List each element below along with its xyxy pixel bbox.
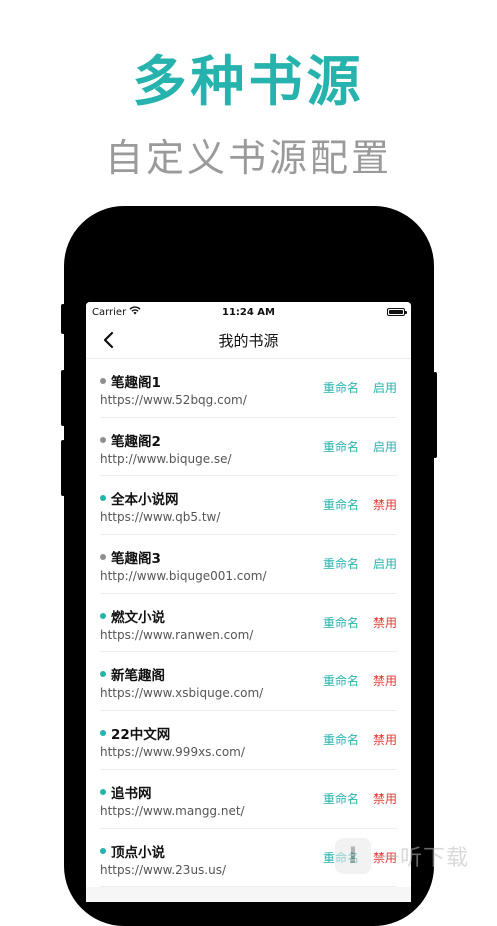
- phone-silent-switch: [61, 304, 65, 334]
- source-actions: 重命名禁用: [323, 496, 397, 513]
- source-name-line: 22中文网: [100, 723, 170, 743]
- source-url: https://www.23us.us/: [100, 862, 227, 877]
- disable-button[interactable]: 禁用: [373, 731, 397, 748]
- status-dot-icon: [100, 788, 106, 795]
- status-dot-icon: [100, 378, 106, 384]
- promo-headline: 多种书源: [132, 50, 365, 113]
- enable-button[interactable]: 启用: [373, 438, 397, 455]
- rename-button[interactable]: 重命名: [323, 438, 359, 455]
- source-url: https://www.qb5.tw/: [100, 510, 221, 525]
- watermark-logo-icon: I: [335, 838, 371, 874]
- enable-button[interactable]: 启用: [373, 379, 397, 396]
- source-actions: 重命名 启用: [323, 438, 397, 455]
- source-row[interactable]: 笔趣阁1 https://www.52bqg.com/重命名 启用: [100, 359, 397, 418]
- status-dot-icon: [100, 554, 106, 561]
- navigation-bar: 我的书源: [86, 322, 411, 359]
- source-actions: 重命名 启用: [323, 379, 397, 396]
- source-name: 顶点小说: [111, 844, 165, 861]
- source-url: https://www.ranwen.com/: [100, 627, 254, 642]
- source-actions: 重命名禁用: [323, 790, 397, 807]
- rename-button[interactable]: 重命名: [323, 731, 359, 748]
- source-name: 追书网: [111, 785, 152, 802]
- rename-button[interactable]: 重命名: [323, 672, 359, 689]
- source-actions: 重命名禁用: [323, 731, 397, 748]
- phone-power-button: [433, 372, 437, 458]
- source-row[interactable]: 燃文小说 https://www.ranwen.com/重命名 禁用: [100, 594, 397, 653]
- source-name-line: 笔趣阁3: [100, 547, 161, 567]
- status-time: 11:24 AM: [221, 306, 275, 318]
- page-title: 我的书源: [218, 331, 279, 350]
- source-name-line: 笔趣阁1: [100, 371, 161, 391]
- disable-button[interactable]: 禁用: [373, 672, 397, 689]
- source-actions: 重命名禁用: [323, 672, 397, 689]
- source-row[interactable]: 笔趣阁2 http://www.biquge.se/重命名 启用: [100, 418, 397, 477]
- source-name: 笔趣阁2: [111, 433, 161, 450]
- source-url: https://www.52bqg.com/: [100, 393, 247, 407]
- status-dot-icon: [100, 671, 106, 678]
- disable-button[interactable]: 禁用: [373, 790, 397, 807]
- source-list: 笔趣阁1 https://www.52bqg.com/重命名 启用 笔趣阁2 http:…: [86, 359, 411, 888]
- source-actions: 重命名 启用: [323, 555, 397, 572]
- chevron-left-icon: [103, 331, 114, 349]
- source-name-line: 燃文小说: [100, 606, 165, 626]
- source-row[interactable]: 22中文网 https://www.999xs.com/重命名 禁用: [100, 711, 397, 770]
- rename-button[interactable]: 重命名: [323, 790, 359, 807]
- disable-button[interactable]: 禁用: [373, 496, 397, 513]
- source-name: 笔趣阁3: [111, 551, 161, 568]
- watermark: I 一听下载: [335, 838, 469, 874]
- battery-icon: [387, 308, 407, 316]
- disable-button[interactable]: 禁用: [373, 614, 397, 631]
- status-dot-icon: [100, 730, 106, 737]
- source-name: 笔趣阁1: [111, 375, 161, 391]
- source-name: 22中文网: [111, 727, 171, 744]
- source-row[interactable]: 新笔趣阁 https://www.xsbiquge.com/重命名 禁用: [100, 652, 397, 712]
- source-name: 全本小说网: [111, 492, 179, 509]
- status-bar: Carrier 11:24 AM: [86, 302, 411, 322]
- app-screen: Carrier 11:24 AM 我的书源 笔趣阁1 https://www.52…: [86, 302, 411, 902]
- source-row[interactable]: 追书网 https://www.mangg.net/重命名 禁用: [100, 770, 397, 829]
- source-url: https://www.xsbiquge.com/: [100, 686, 264, 701]
- source-name-line: 新笔趣阁: [100, 664, 165, 684]
- source-url: http://www.biquge.se/: [100, 451, 232, 466]
- source-name-line: 追书网: [100, 782, 152, 802]
- source-name: 燃文小说: [111, 609, 165, 626]
- enable-button[interactable]: 启用: [373, 555, 397, 572]
- source-row[interactable]: 全本小说网 https://www.qb5.tw/重命名 禁用: [100, 476, 397, 536]
- watermark-text: 一听下载: [377, 846, 470, 871]
- source-actions: 重命名禁用: [323, 614, 397, 631]
- status-dot-icon: [100, 612, 106, 619]
- phone-volume-up: [61, 370, 65, 426]
- status-dot-icon: [100, 436, 106, 443]
- source-name: 新笔趣阁: [111, 668, 165, 685]
- back-button[interactable]: [96, 328, 120, 352]
- status-dot-icon: [100, 847, 106, 854]
- rename-button[interactable]: 重命名: [323, 614, 359, 631]
- rename-button[interactable]: 重命名: [323, 496, 359, 513]
- source-row[interactable]: 笔趣阁3 http://www.biquge001.com/重命名 启用: [100, 535, 397, 594]
- rename-button[interactable]: 重命名: [323, 379, 359, 396]
- source-name-line: 笔趣阁2: [100, 430, 161, 450]
- source-url: https://www.999xs.com/: [100, 745, 245, 760]
- source-name-line: 顶点小说: [100, 841, 165, 861]
- source-name-line: 全本小说网: [100, 488, 179, 508]
- source-url: http://www.biquge001.com/: [100, 569, 267, 584]
- source-url: https://www.mangg.net/: [100, 803, 245, 818]
- promo-subline: 自定义书源配置: [104, 136, 392, 180]
- rename-button[interactable]: 重命名: [323, 555, 359, 572]
- status-dot-icon: [100, 495, 106, 502]
- phone-volume-down: [61, 440, 65, 496]
